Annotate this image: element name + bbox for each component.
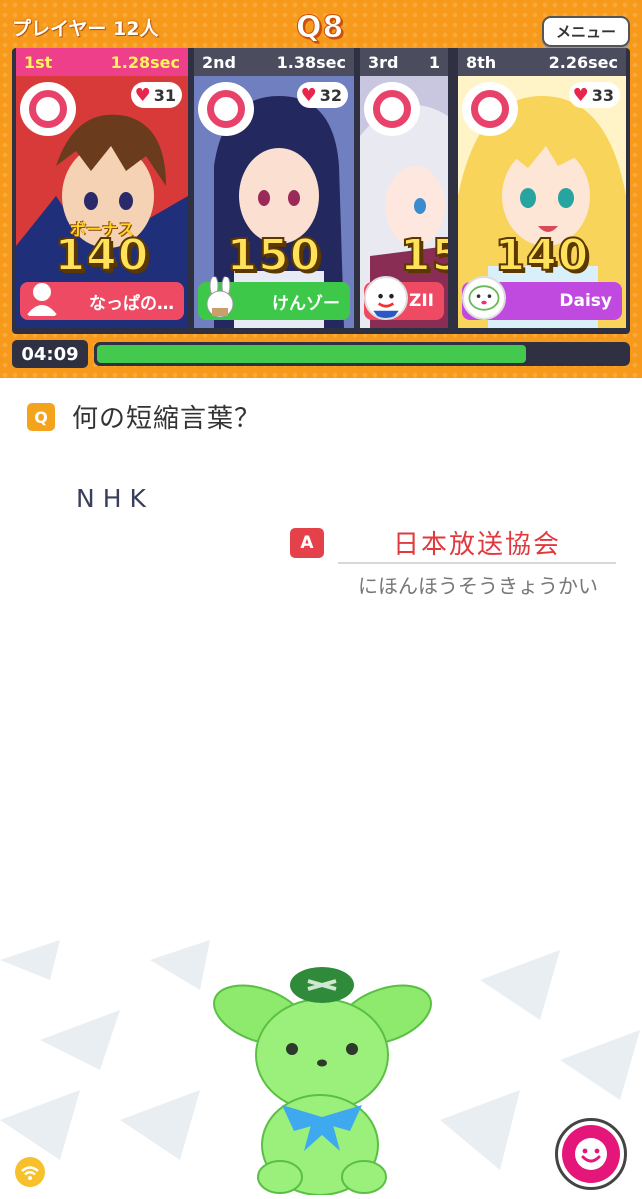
smile-icon xyxy=(562,1125,620,1183)
player-name: なっぱの… xyxy=(89,293,174,314)
avatar xyxy=(364,276,408,320)
timer-label: 04:09 xyxy=(12,340,88,368)
player-card-1[interactable]: 1st 1.28sec ♥ 31 ボーナス 140 なっぱの… xyxy=(16,48,188,328)
rank-bar: 1st 1.28sec xyxy=(16,48,188,76)
header-panel: プレイヤー 12人 Q8 メニュー 1st 1.28sec ♥ 31 ボーナス xyxy=(0,0,642,378)
reaction-button[interactable] xyxy=(555,1118,627,1190)
heart-icon: ♥ xyxy=(572,84,589,106)
player-name: ZII xyxy=(409,291,434,311)
heart-value: 32 xyxy=(319,85,342,105)
avatar xyxy=(462,276,506,320)
score: 15 xyxy=(399,229,448,282)
wifi-icon xyxy=(15,1157,45,1187)
answer-time: 1.28sec xyxy=(110,52,180,72)
circle-correct-icon xyxy=(198,82,254,136)
answer-reading: にほんほうそうきょうかい xyxy=(358,574,598,598)
heart-icon: ♥ xyxy=(300,84,317,106)
card-divider xyxy=(450,48,456,334)
question-text: 何の短縮言葉？ xyxy=(72,404,262,434)
rank-bar: 8th 2.26sec xyxy=(458,48,626,76)
player-card-8th[interactable]: 8th 2.26sec ♥ 33 140 Daisy xyxy=(458,48,626,328)
circle-correct-icon xyxy=(20,82,76,136)
question-badge: Q xyxy=(27,403,55,431)
player-cards: 1st 1.28sec ♥ 31 ボーナス 140 なっぱの… 2nd 1.38… xyxy=(12,48,630,334)
heart-icon: ♥ xyxy=(134,84,151,106)
players-count: プレイヤー 12人 xyxy=(12,18,159,40)
rank-label: 3rd xyxy=(368,52,399,72)
menu-button[interactable]: メニュー xyxy=(542,16,630,47)
rank-label: 1st xyxy=(24,52,53,72)
circle-correct-icon xyxy=(462,82,518,136)
heart-count: ♥ 31 xyxy=(130,82,182,108)
circle-correct-icon xyxy=(364,82,420,136)
answer-time: 1.38sec xyxy=(276,52,346,72)
player-name: Daisy xyxy=(559,291,612,311)
score: 140 xyxy=(494,229,590,282)
rank-label: 2nd xyxy=(202,52,236,72)
rank-bar: 3rd 1 xyxy=(360,48,448,76)
question-number: Q8 xyxy=(295,10,345,46)
player-card-2[interactable]: 2nd 1.38sec ♥ 32 150 けんゾー xyxy=(194,48,354,328)
question-prompt: NHK xyxy=(76,484,154,513)
answer-text: 日本放送協会 xyxy=(338,524,616,564)
player-card-3[interactable]: 3rd 1 15 ZII xyxy=(360,48,448,328)
heart-count: ♥ 32 xyxy=(296,82,348,108)
rabbit-mascot xyxy=(213,967,432,1195)
rank-label: 8th xyxy=(466,52,497,72)
score: 140 xyxy=(54,229,150,282)
rank-bar: 2nd 1.38sec xyxy=(194,48,354,76)
player-name: けんゾー xyxy=(272,293,340,314)
answer-badge: A xyxy=(290,528,324,558)
answer-time: 2.26sec xyxy=(548,52,618,72)
heart-count: ♥ 33 xyxy=(568,82,620,108)
avatar xyxy=(206,276,234,318)
heart-value: 31 xyxy=(153,85,176,105)
avatar xyxy=(26,283,58,316)
answer-time: 1 xyxy=(428,52,440,72)
timer-fill xyxy=(97,345,527,363)
timer-bar xyxy=(94,342,630,366)
heart-value: 33 xyxy=(591,85,614,105)
score: 150 xyxy=(226,229,322,282)
